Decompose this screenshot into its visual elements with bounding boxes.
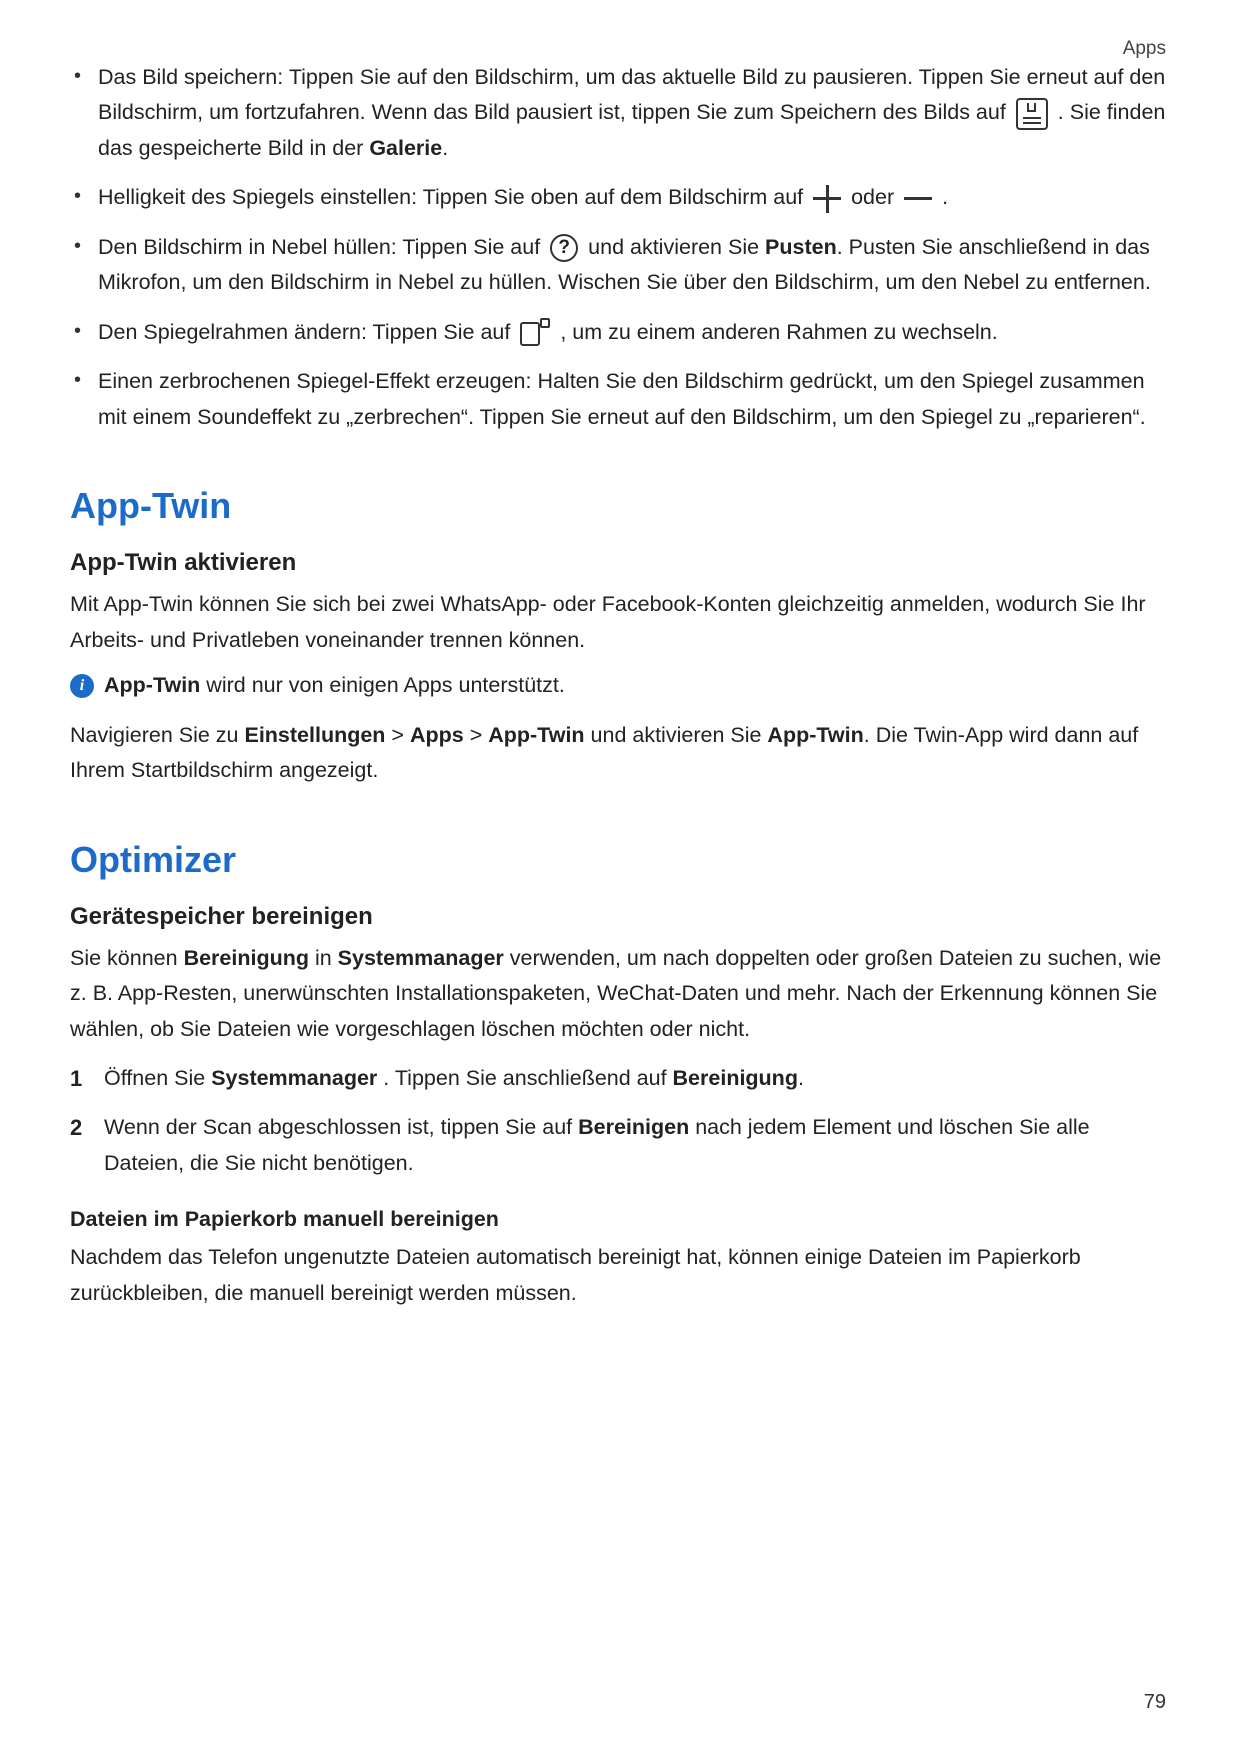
- list-item: Das Bild speichern: Tippen Sie auf den B…: [98, 60, 1171, 166]
- section-title-apptwin: App-Twin: [70, 485, 1171, 527]
- text: App-Twin wird nur von einigen Apps unter…: [104, 668, 565, 703]
- info-note: i App-Twin wird nur von einigen Apps unt…: [70, 668, 1171, 703]
- plus-icon: [813, 185, 841, 213]
- text: .: [942, 185, 948, 209]
- list-item: Den Spiegelrahmen ändern: Tippen Sie auf…: [98, 315, 1171, 350]
- text: oder: [851, 185, 900, 209]
- text: .: [798, 1066, 804, 1090]
- paragraph: Nachdem das Telefon ungenutzte Dateien a…: [70, 1240, 1171, 1311]
- text: Das Bild speichern: Tippen Sie auf den B…: [98, 65, 1165, 124]
- section-title-optimizer: Optimizer: [70, 839, 1171, 881]
- text: Helligkeit des Spiegels einstellen: Tipp…: [98, 185, 809, 209]
- subsection-cleanup: Gerätespeicher bereinigen: [70, 903, 1171, 931]
- clean-label: Bereinigen: [578, 1115, 689, 1139]
- text: Den Bildschirm in Nebel hüllen: Tippen S…: [98, 235, 546, 259]
- save-icon: [1016, 98, 1048, 130]
- text: und aktivieren Sie: [588, 235, 765, 259]
- page-number: 79: [1144, 1691, 1166, 1714]
- question-icon: [550, 234, 578, 262]
- paragraph: Mit App-Twin können Sie sich bei zwei Wh…: [70, 587, 1171, 658]
- list-item: Einen zerbrochenen Spiegel-Effekt erzeug…: [98, 364, 1171, 435]
- nav-twin2: App-Twin: [767, 723, 863, 747]
- minus-icon: [904, 185, 932, 213]
- text: und aktivieren Sie: [585, 723, 768, 747]
- list-item: Den Bildschirm in Nebel hüllen: Tippen S…: [98, 230, 1171, 301]
- systemmanager-label: Systemmanager: [211, 1066, 377, 1090]
- nav-apps: Apps: [410, 723, 464, 747]
- paragraph: Sie können Bereinigung in Systemmanager …: [70, 941, 1171, 1047]
- nav-settings: Einstellungen: [244, 723, 385, 747]
- info-icon: i: [70, 674, 94, 698]
- list-item: Helligkeit des Spiegels einstellen: Tipp…: [98, 180, 1171, 215]
- text: . Tippen Sie anschließend auf: [377, 1066, 672, 1090]
- text: in: [309, 946, 338, 970]
- step-item: Öffnen Sie Systemmanager . Tippen Sie an…: [104, 1061, 1171, 1096]
- text: Wenn der Scan abgeschlossen ist, tippen …: [104, 1115, 578, 1139]
- text: >: [385, 723, 410, 747]
- text: wird nur von einigen Apps unterstützt.: [200, 673, 565, 697]
- header-category: Apps: [1123, 38, 1166, 60]
- text: Öffnen Sie: [104, 1066, 211, 1090]
- text: >: [464, 723, 489, 747]
- text: Sie können: [70, 946, 184, 970]
- subsection-apptwin-activate: App-Twin aktivieren: [70, 549, 1171, 577]
- pusten-label: Pusten: [765, 235, 837, 259]
- gallery-label: Galerie: [369, 136, 442, 160]
- text: , um zu einem anderen Rahmen zu wechseln…: [560, 320, 997, 344]
- systemmanager-label: Systemmanager: [338, 946, 504, 970]
- cleanup-label: Bereinigung: [184, 946, 309, 970]
- text: Einen zerbrochenen Spiegel-Effekt erzeug…: [98, 369, 1146, 428]
- text: Navigieren Sie zu: [70, 723, 244, 747]
- paragraph: Navigieren Sie zu Einstellungen > Apps >…: [70, 718, 1171, 789]
- subsubsection-trash: Dateien im Papierkorb manuell bereinigen: [70, 1207, 1171, 1232]
- cleanup-label: Bereinigung: [673, 1066, 798, 1090]
- nav-twin: App-Twin: [488, 723, 584, 747]
- steps-list: Öffnen Sie Systemmanager . Tippen Sie an…: [70, 1061, 1171, 1181]
- step-item: Wenn der Scan abgeschlossen ist, tippen …: [104, 1110, 1171, 1181]
- feature-list: Das Bild speichern: Tippen Sie auf den B…: [70, 60, 1171, 435]
- apptwin-bold: App-Twin: [104, 673, 200, 697]
- text: Den Spiegelrahmen ändern: Tippen Sie auf: [98, 320, 516, 344]
- text: .: [442, 136, 448, 160]
- frame-icon: [520, 318, 550, 348]
